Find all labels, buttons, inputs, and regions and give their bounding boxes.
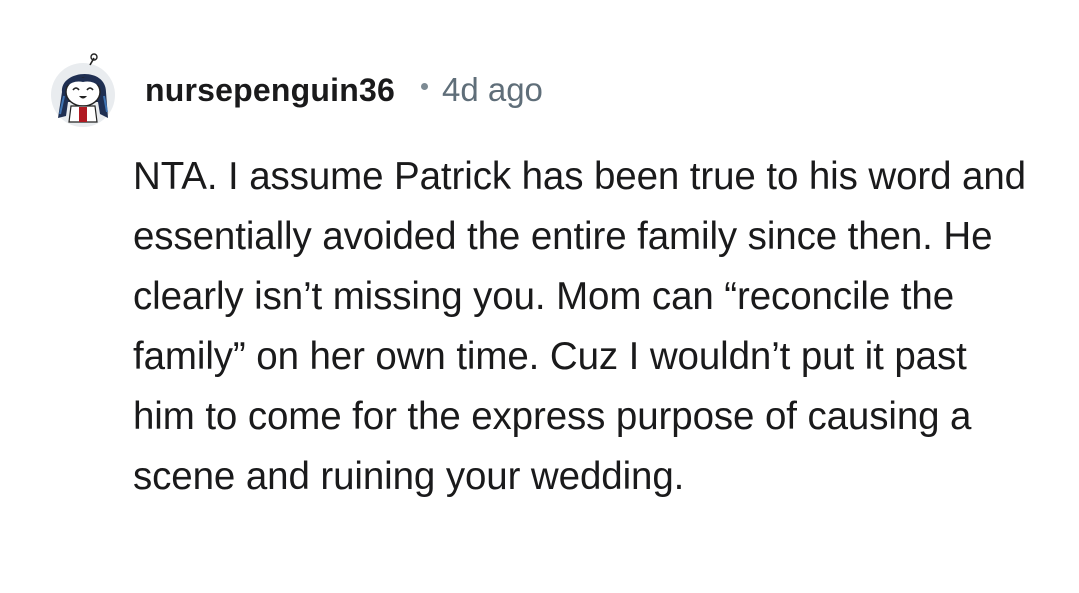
comment: nursepenguin36 4d ago NTA. I assume Patr…: [0, 0, 1079, 593]
avatar[interactable]: [50, 52, 116, 128]
comment-body-text: NTA. I assume Patrick has been true to h…: [133, 155, 1026, 498]
author-username[interactable]: nursepenguin36: [145, 72, 395, 109]
comment-body: NTA. I assume Patrick has been true to h…: [133, 147, 1033, 507]
comment-header: nursepenguin36 4d ago: [50, 52, 543, 128]
comment-timestamp: 4d ago: [441, 71, 543, 108]
meta-separator-dot: [420, 82, 428, 90]
snoo-avatar-icon: [51, 53, 115, 127]
